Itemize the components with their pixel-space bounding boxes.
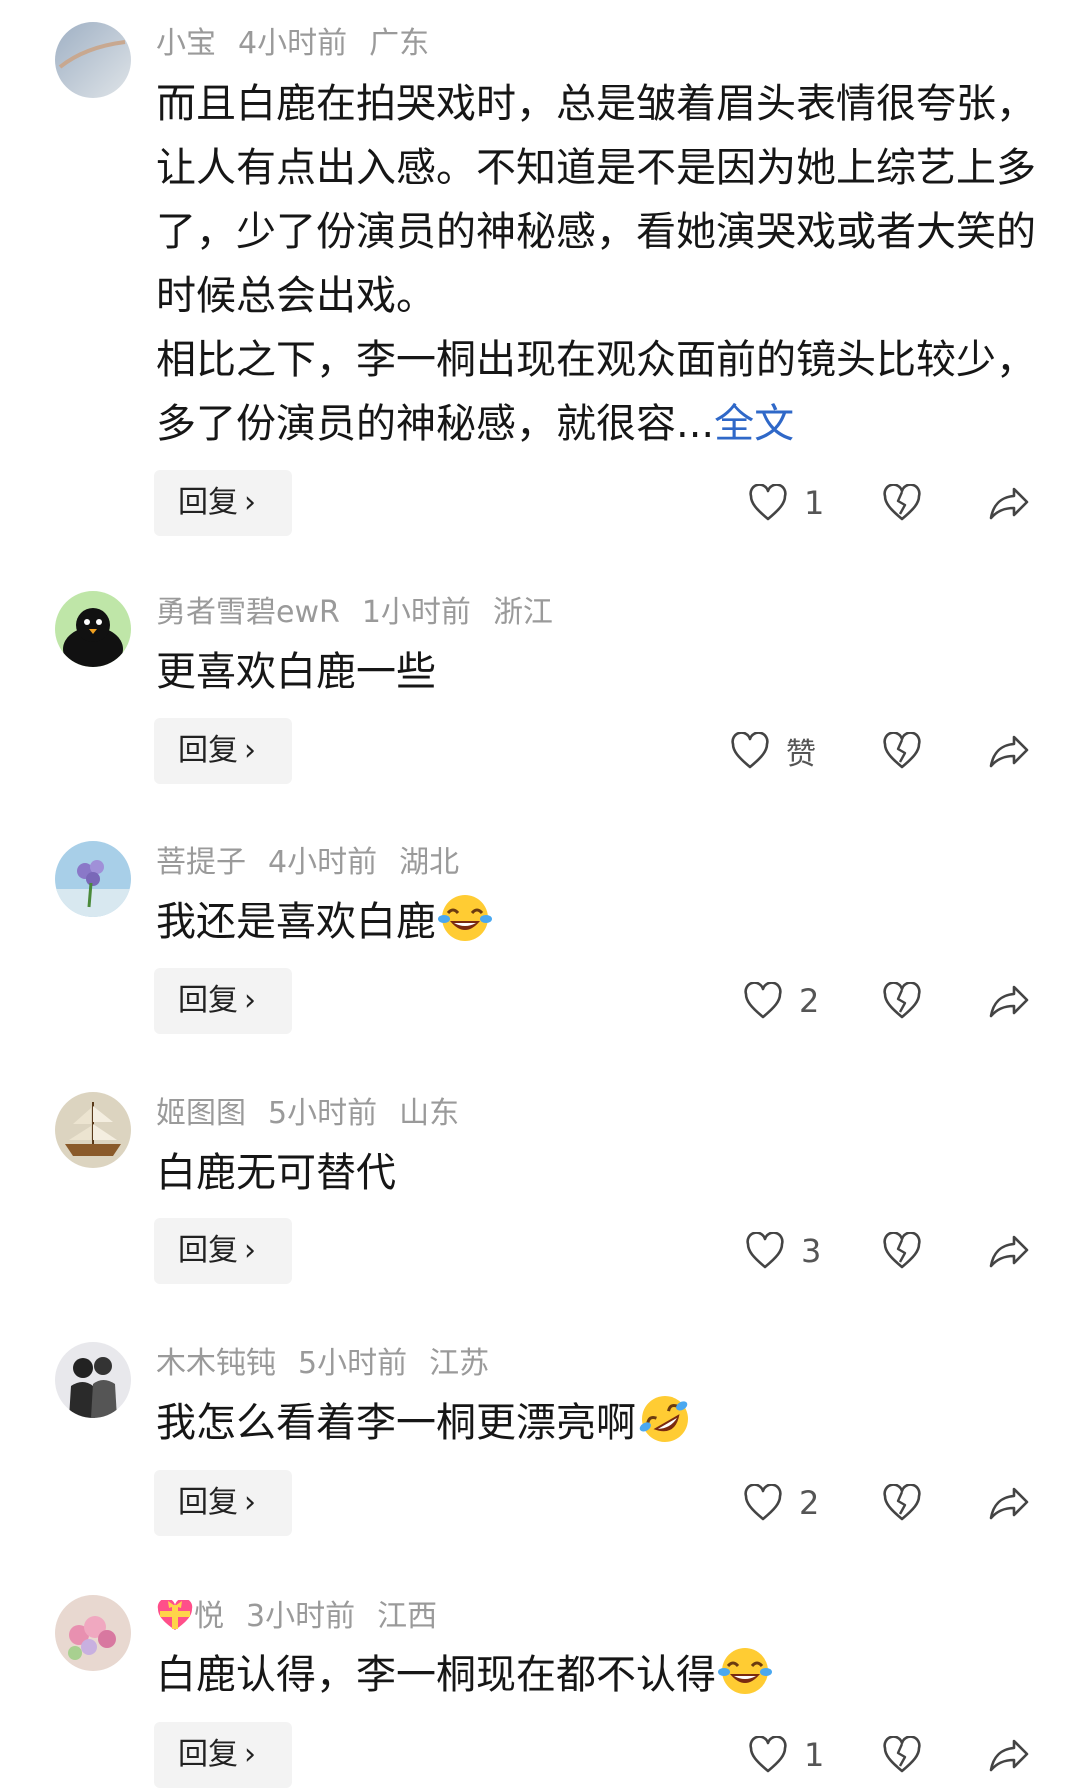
comment-paragraph: 而且白鹿在拍哭戏时，总是皱着眉头表情很夸张，让人有点出入感。不知道是不是因为她上… (156, 81, 1036, 319)
expand-full-text-link[interactable]: 全文 (714, 401, 794, 447)
comment-time: 5小时前 (268, 1096, 378, 1131)
like-count: 1 (804, 484, 825, 522)
comment-actions: 3 (0, 1218, 1080, 1284)
comment-time: 5小时前 (298, 1346, 408, 1381)
like-count: 1 (804, 1736, 825, 1774)
username[interactable]: 姬图图 (156, 1096, 246, 1131)
like-count: 赞 (786, 737, 816, 772)
username[interactable]: 木木钝钝 (156, 1346, 276, 1381)
comment-text: 更喜欢白鹿一些 (156, 640, 1036, 704)
rolling-laughing-emoji (636, 1392, 694, 1463)
dislike-button[interactable] (882, 1218, 922, 1284)
user-avatar[interactable] (55, 841, 131, 917)
comment-paragraph: 白鹿认得，李一桐现在都不认得 (156, 1652, 716, 1698)
like-button[interactable]: 赞 (730, 718, 816, 784)
comment-text: 白鹿无可替代 (156, 1141, 1036, 1205)
like-count: 2 (799, 982, 820, 1020)
heart-icon (749, 1736, 787, 1773)
heart-icon (731, 732, 769, 769)
comment-paragraph: 白鹿无可替代 (156, 1150, 396, 1196)
comment-paragraph: 我怎么看着李一桐更漂亮啊 (156, 1400, 636, 1446)
share-button[interactable] (988, 470, 1030, 536)
user-avatar[interactable] (55, 22, 131, 98)
comment-meta: 姬图图 5小时前 山东 (156, 1094, 481, 1134)
like-count: 2 (799, 1484, 820, 1522)
comment-actions: 赞 (0, 718, 1080, 784)
dislike-button[interactable] (882, 718, 922, 784)
dislike-button[interactable] (882, 470, 922, 536)
comment-time: 4小时前 (268, 845, 378, 880)
laughing-tears-emoji (436, 891, 494, 962)
share-arrow-icon (989, 487, 1029, 520)
broken-heart-icon (883, 484, 921, 521)
username[interactable]: 悦 (194, 1599, 224, 1634)
share-button[interactable] (988, 718, 1030, 784)
comment-meta: 木木钝钝 5小时前 江苏 (156, 1344, 511, 1384)
share-arrow-icon (989, 1739, 1029, 1772)
comment-text: 白鹿认得，李一桐现在都不认得 (156, 1643, 1036, 1715)
username[interactable]: 勇者雪碧ewR (156, 595, 340, 630)
comment-paragraph: 相比之下，李一桐出现在观众面前的镜头比较少，多了份演员的神秘感，就很容... (156, 337, 1036, 447)
heart-gift-icon (157, 1598, 193, 1630)
comment-meta: 小宝 4小时前 广东 (156, 24, 451, 64)
heart-icon (744, 982, 782, 1019)
user-avatar[interactable] (55, 1092, 131, 1168)
comment-paragraph: 更喜欢白鹿一些 (156, 649, 436, 695)
comment-actions: 2 (0, 968, 1080, 1034)
broken-heart-icon (883, 1484, 921, 1521)
like-count: 3 (801, 1232, 822, 1270)
comment-location: 江西 (377, 1599, 438, 1634)
share-button[interactable] (988, 968, 1030, 1034)
dislike-button[interactable] (882, 1470, 922, 1536)
like-button[interactable]: 2 (743, 1470, 819, 1536)
broken-heart-icon (883, 1736, 921, 1773)
username[interactable]: 小宝 (156, 26, 216, 61)
share-button[interactable] (988, 1722, 1030, 1788)
like-button[interactable]: 2 (743, 968, 819, 1034)
comment-text: 我还是喜欢白鹿 (156, 890, 1036, 962)
broken-heart-icon (883, 1232, 921, 1269)
heart-icon (746, 1232, 784, 1269)
share-arrow-icon (989, 1235, 1029, 1268)
username[interactable]: 菩提子 (156, 845, 246, 880)
comment-actions: 1 (0, 1722, 1080, 1788)
like-button[interactable]: 1 (748, 470, 824, 536)
user-avatar[interactable] (55, 1595, 131, 1671)
comment-time: 1小时前 (361, 595, 471, 630)
broken-heart-icon (883, 982, 921, 1019)
like-button[interactable]: 1 (748, 1722, 824, 1788)
share-button[interactable] (988, 1218, 1030, 1284)
comment-location: 江苏 (429, 1346, 490, 1381)
comment-location: 山东 (399, 1096, 460, 1131)
dislike-button[interactable] (882, 1722, 922, 1788)
share-button[interactable] (988, 1470, 1030, 1536)
comment-text: 而且白鹿在拍哭戏时，总是皱着眉头表情很夸张，让人有点出入感。不知道是不是因为她上… (156, 72, 1036, 456)
comment-text: 我怎么看着李一桐更漂亮啊 (156, 1391, 1036, 1463)
user-avatar[interactable] (55, 1342, 131, 1418)
dislike-button[interactable] (882, 968, 922, 1034)
comment-meta: 菩提子 4小时前 湖北 (156, 843, 481, 883)
comment-location: 湖北 (399, 845, 460, 880)
user-avatar[interactable] (55, 591, 131, 667)
broken-heart-icon (883, 732, 921, 769)
comment-meta: 悦 3小时前 江西 (156, 1597, 459, 1637)
share-arrow-icon (989, 735, 1029, 768)
comment-time: 3小时前 (246, 1599, 356, 1634)
comment-location: 广东 (369, 26, 430, 61)
comment-paragraph: 我还是喜欢白鹿 (156, 899, 436, 945)
heart-icon (744, 1484, 782, 1521)
laughing-tears-emoji (716, 1644, 774, 1715)
like-button[interactable]: 3 (745, 1218, 821, 1284)
comment-location: 浙江 (492, 595, 553, 630)
heart-icon (749, 484, 787, 521)
comment-time: 4小时前 (238, 26, 348, 61)
comment-meta: 勇者雪碧ewR 1小时前 浙江 (156, 593, 575, 633)
comment-actions: 2 (0, 1470, 1080, 1536)
username-badge (156, 1598, 194, 1634)
share-arrow-icon (989, 985, 1029, 1018)
comment-actions: 1 (0, 470, 1080, 536)
share-arrow-icon (989, 1487, 1029, 1520)
